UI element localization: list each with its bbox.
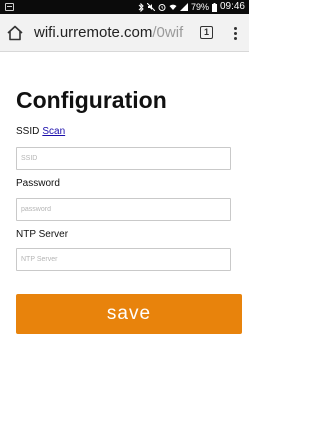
- url-path: /0wif: [152, 24, 184, 41]
- ssid-input[interactable]: [16, 147, 231, 170]
- notification-icon: [5, 3, 14, 11]
- ssid-label-row: SSID Scan: [16, 126, 65, 138]
- ssid-label: SSID: [16, 126, 40, 137]
- mute-icon: [146, 3, 155, 11]
- url-host: wifi.urremote.com: [34, 24, 153, 41]
- signal-icon: [179, 3, 188, 11]
- status-bar: 79% 09:46: [0, 0, 249, 14]
- save-button[interactable]: save: [16, 294, 242, 334]
- ntp-server-label: NTP Server: [16, 229, 69, 240]
- clock-time: 09:46: [219, 1, 245, 12]
- scan-link[interactable]: Scan: [42, 126, 65, 137]
- wifi-icon: [169, 4, 177, 10]
- home-icon: [7, 25, 23, 41]
- ntp-server-input[interactable]: [16, 248, 231, 271]
- status-icons: 79% 09:46: [138, 0, 245, 14]
- password-label: Password: [16, 178, 60, 189]
- home-button[interactable]: [5, 23, 25, 43]
- overflow-menu-icon[interactable]: [232, 25, 240, 41]
- alarm-icon: [158, 4, 166, 11]
- tab-switcher-button[interactable]: 1: [200, 26, 213, 39]
- bluetooth-icon: [138, 2, 144, 12]
- page-title: Configuration: [16, 87, 167, 113]
- battery-icon: [211, 2, 217, 12]
- address-bar[interactable]: wifi.urremote.com/0wif: [34, 24, 192, 42]
- battery-percent: 79%: [190, 2, 209, 12]
- password-input[interactable]: [16, 198, 231, 221]
- browser-toolbar: wifi.urremote.com/0wif 1: [0, 14, 249, 52]
